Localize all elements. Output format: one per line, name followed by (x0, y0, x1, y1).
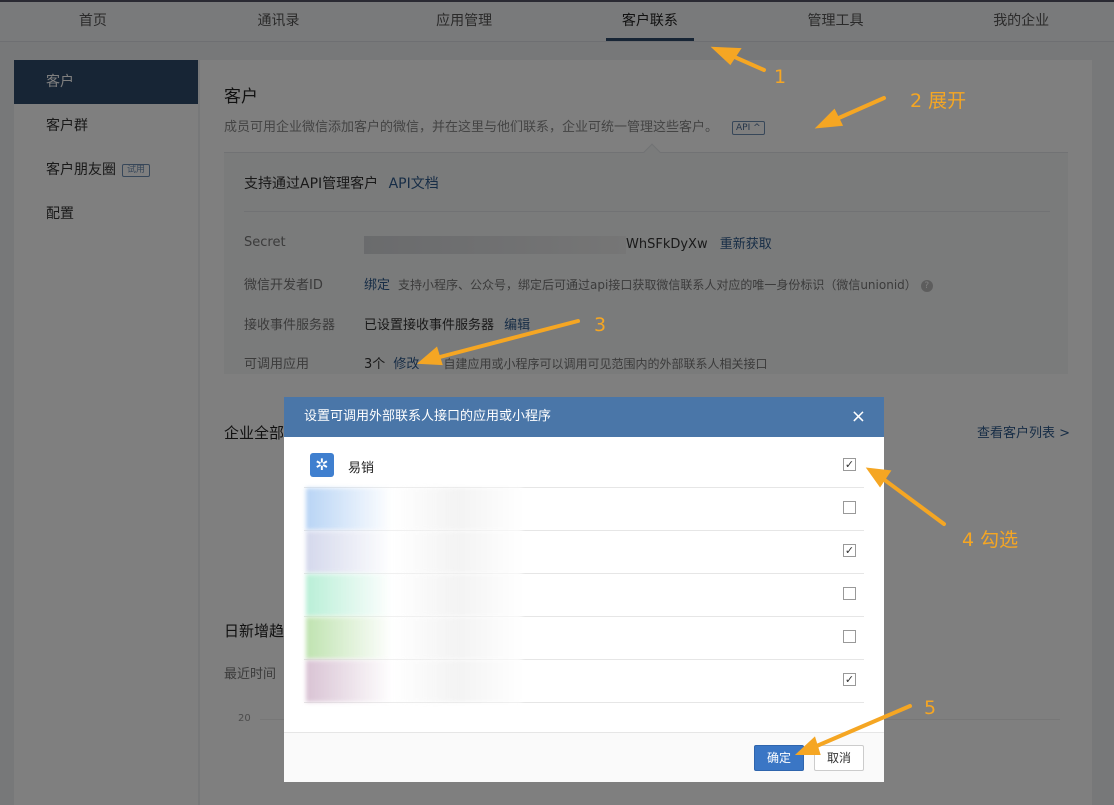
annotation-arrowhead-3 (416, 346, 443, 366)
annotation-arrow-3 (434, 319, 580, 360)
annotation-label-2: 2 展开 (910, 90, 967, 112)
annotation-arrowhead-5 (794, 736, 821, 755)
annotation-arrow-2 (830, 96, 886, 123)
annotation-arrowhead-2 (814, 108, 844, 129)
annotation-label-4: 4 勾选 (962, 529, 1019, 551)
annotation-label-5: 5 (924, 697, 937, 719)
annotation-arrow-5 (810, 704, 912, 750)
annotation-label-1: 1 (774, 66, 787, 88)
annotation-arrow-4 (880, 476, 946, 526)
annotation-arrowhead-1 (710, 46, 742, 66)
annotation-arrows (416, 46, 946, 755)
annotation-label-3: 3 (594, 314, 607, 336)
